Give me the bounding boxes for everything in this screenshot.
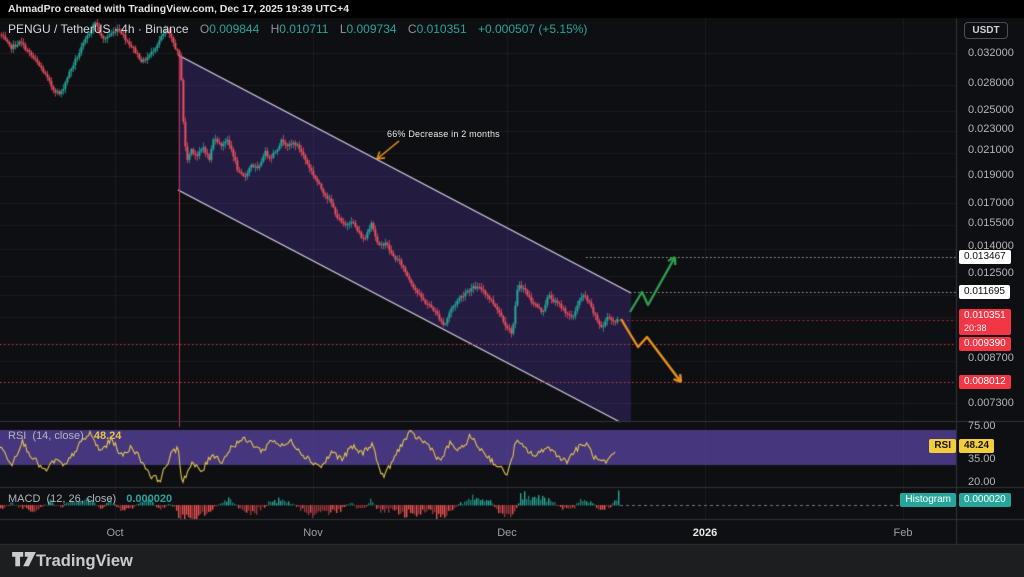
footer-bar: TradingView bbox=[0, 545, 1024, 577]
tradingview-chart-window: AhmadPro created with TradingView.com, D… bbox=[0, 0, 1024, 577]
price-axis-label: 0.023000 bbox=[968, 123, 1014, 135]
price-axis-label: 0.021000 bbox=[968, 144, 1014, 156]
price-axis-label: 0.025000 bbox=[968, 104, 1014, 116]
channel-annotation-text[interactable]: 66% Decrease in 2 months bbox=[387, 129, 500, 139]
rsi-axis-value-badge: 48.24 bbox=[959, 439, 994, 453]
close-label: C bbox=[408, 22, 417, 36]
low-value: 0.009734 bbox=[347, 22, 397, 36]
price-axis-label: 0.008700 bbox=[968, 352, 1014, 364]
macd-title[interactable]: MACD bbox=[8, 493, 40, 505]
symbol-legend: PENGU / TetherUS · 4h · Binance O0.00984… bbox=[8, 22, 587, 36]
current-price-badge: 0.01035120:38 bbox=[959, 309, 1011, 335]
rsi-axis-label: 75.00 bbox=[968, 420, 996, 432]
support-level-badge: 0.008012 bbox=[959, 375, 1011, 389]
attribution-bar: AhmadPro created with TradingView.com, D… bbox=[0, 0, 1024, 18]
rsi-params: (14, close) bbox=[32, 430, 83, 442]
open-value: 0.009844 bbox=[209, 22, 259, 36]
time-axis-label: Oct bbox=[106, 527, 123, 539]
change-value: +0.000507 (+5.15%) bbox=[478, 22, 587, 36]
high-label: H bbox=[271, 22, 280, 36]
time-axis-label: 2026 bbox=[693, 527, 717, 539]
time-axis-label: Dec bbox=[497, 527, 517, 539]
time-axis[interactable] bbox=[0, 520, 956, 544]
countdown-timer: 20:38 bbox=[964, 322, 1006, 334]
symbol-title[interactable]: PENGU / TetherUS · 4h · Binance bbox=[8, 22, 189, 36]
price-axis-label: 0.019000 bbox=[968, 169, 1014, 181]
low-label: L bbox=[340, 22, 347, 36]
macd-params: (12, 26, close) bbox=[46, 493, 116, 505]
rsi-legend: RSI (14, close) 48.24 bbox=[8, 430, 121, 442]
rsi-axis-label: 35.00 bbox=[968, 453, 996, 465]
time-axis-label: Nov bbox=[303, 527, 323, 539]
time-axis-label: Feb bbox=[894, 527, 913, 539]
high-value: 0.010711 bbox=[279, 22, 328, 36]
macd-histogram-value-badge: 0.000020 bbox=[959, 493, 1011, 507]
close-value: 0.010351 bbox=[417, 22, 467, 36]
breakout-level-badge: 0.011695 bbox=[959, 285, 1010, 299]
rsi-title[interactable]: RSI bbox=[8, 430, 26, 442]
macd-histogram-label-badge: Histogram bbox=[900, 493, 956, 507]
price-axis-label: 0.017000 bbox=[968, 197, 1014, 209]
attribution-text: AhmadPro created with TradingView.com, D… bbox=[8, 3, 349, 15]
target-level-badge: 0.013467 bbox=[959, 250, 1011, 264]
rsi-value: 48.24 bbox=[94, 430, 122, 442]
open-label: O bbox=[200, 22, 209, 36]
price-axis-label: 0.015500 bbox=[968, 217, 1014, 229]
price-axis-label: 0.012500 bbox=[968, 267, 1014, 279]
tradingview-brand-text[interactable]: TradingView bbox=[36, 545, 133, 577]
price-axis-label: 0.007300 bbox=[968, 397, 1014, 409]
currency-toggle-button[interactable]: USDT bbox=[964, 22, 1008, 39]
price-chart-canvas[interactable] bbox=[0, 0, 1024, 577]
macd-value: 0.000020 bbox=[126, 493, 172, 505]
macd-legend: MACD (12, 26, close) 0.000020 bbox=[8, 493, 172, 505]
price-axis-label: 0.032000 bbox=[968, 47, 1014, 59]
price-axis-label: 0.028000 bbox=[968, 77, 1014, 89]
support-level-badge: 0.009390 bbox=[959, 337, 1011, 351]
rsi-axis-label: 20.00 bbox=[968, 476, 996, 488]
rsi-axis-label-badge: RSI bbox=[929, 439, 956, 453]
tradingview-logo-icon[interactable] bbox=[12, 552, 36, 571]
